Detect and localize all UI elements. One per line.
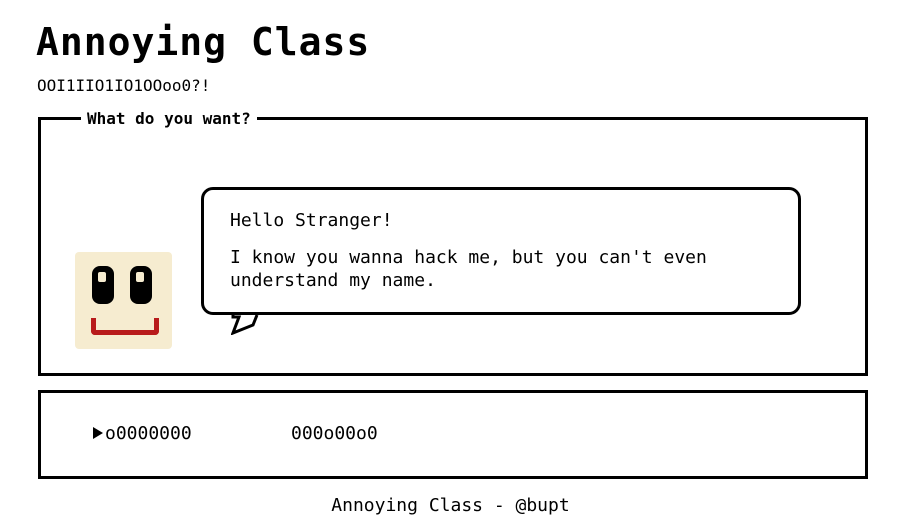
- options-panel: o0000000 000o00o0: [38, 390, 868, 479]
- dialog-panel: What do you want? Hello Stranger! I know…: [38, 108, 868, 376]
- option-0-label: o0000000: [105, 423, 192, 444]
- page-subtitle: OOI1IIO1IO1OOoo0?!: [37, 76, 211, 95]
- bubble-greeting: Hello Stranger!: [230, 210, 393, 231]
- bubble-message: I know you wanna hack me, but you can't …: [230, 247, 707, 291]
- option-0[interactable]: o0000000: [93, 423, 192, 445]
- smiley-face-icon: [75, 252, 172, 349]
- speech-bubble: Hello Stranger! I know you wanna hack me…: [201, 187, 801, 315]
- left-eye: [92, 266, 114, 304]
- page-title: Annoying Class: [36, 20, 371, 64]
- mouth: [91, 318, 159, 335]
- option-1-label: 000o00o0: [291, 423, 378, 444]
- dialog-legend: What do you want?: [81, 108, 257, 130]
- speech-bubble-tail-icon: [231, 315, 259, 335]
- footer-text: Annoying Class - @bupt: [331, 495, 570, 516]
- triangle-right-icon: [93, 427, 103, 439]
- option-1[interactable]: 000o00o0: [291, 423, 378, 445]
- right-eye: [130, 266, 152, 304]
